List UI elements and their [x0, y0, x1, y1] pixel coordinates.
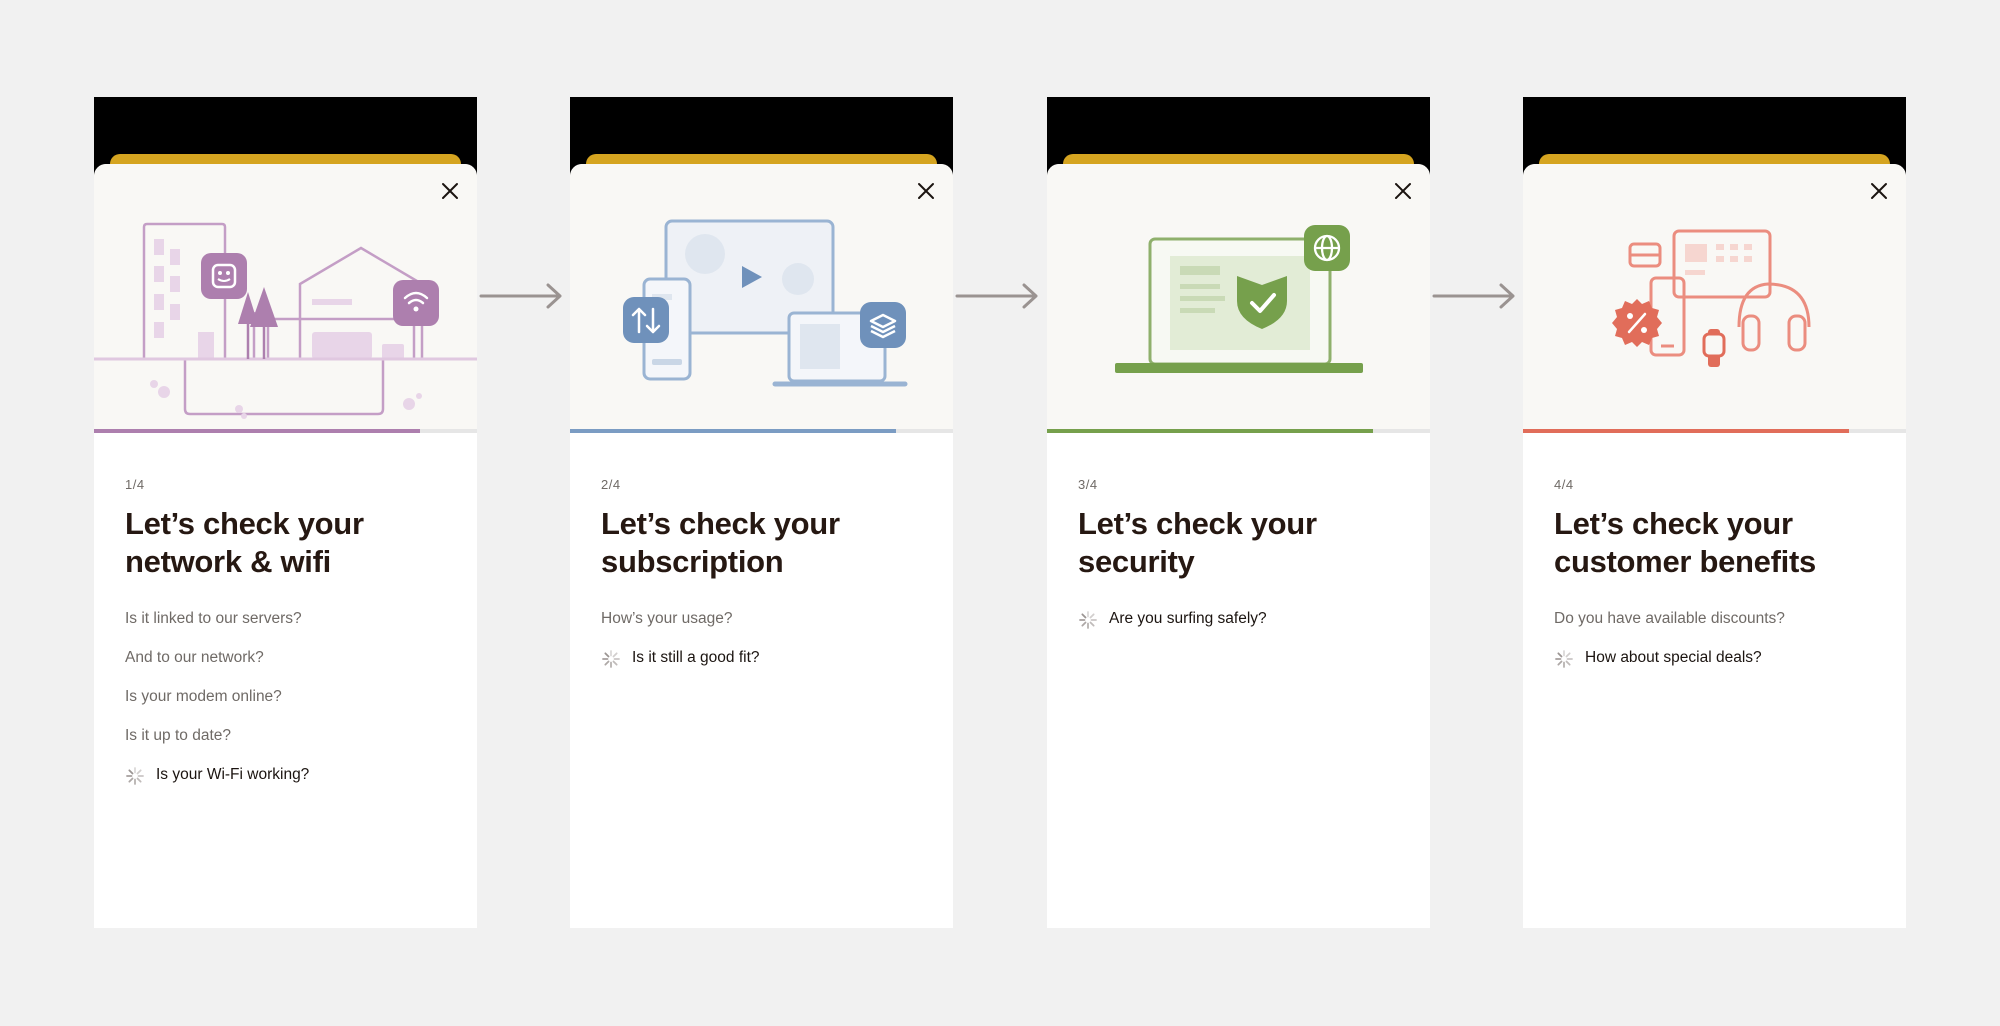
question-text: Is your modem online?	[125, 688, 282, 705]
question-list: How’s your usage? Is it still a good fit?	[601, 609, 933, 687]
loading-spinner-icon	[1079, 611, 1097, 629]
step-indicator: 2/4	[601, 477, 621, 492]
close-icon	[918, 183, 934, 199]
arrow-right-icon	[479, 283, 562, 309]
security-laptop-shield-illustration-graphic	[1115, 225, 1363, 373]
progress-fill	[1523, 429, 1849, 433]
progress-fill	[94, 429, 420, 433]
progress-bar	[94, 429, 477, 433]
question-item: Do you have available discounts?	[1554, 609, 1886, 648]
card-title-line-1: Let’s check your	[1078, 506, 1317, 541]
loading-spinner-icon	[126, 767, 144, 785]
step-indicator: 1/4	[125, 477, 145, 492]
progress-fill	[1047, 429, 1373, 433]
network-wifi-illustration	[94, 164, 477, 429]
network-wifi-illustration-graphic	[94, 222, 477, 419]
customer-benefits-illustration	[1523, 164, 1906, 429]
question-list: Do you have available discounts? How abou…	[1554, 609, 1886, 687]
question-item: Is it linked to our servers?	[125, 609, 457, 648]
card-content: 2/4 Let’s check your subscription How’s …	[601, 477, 933, 687]
close-button[interactable]	[1866, 178, 1892, 204]
arrow-right-icon	[1432, 283, 1515, 309]
flow-arrow-3	[1429, 280, 1519, 312]
card-content: 4/4 Let’s check your customer benefits D…	[1554, 477, 1886, 687]
step-indicator: 3/4	[1078, 477, 1098, 492]
loading-spinner	[1554, 649, 1574, 669]
subscription-devices-illustration-graphic	[623, 219, 908, 387]
screen-subscription: 2/4 Let’s check your subscription How’s …	[570, 97, 953, 928]
card-title: Let’s check your customer benefits	[1554, 505, 1886, 581]
question-text: Is it still a good fit?	[632, 649, 760, 666]
screen-security: 3/4 Let’s check your security Are you su…	[1047, 97, 1430, 928]
step-indicator: 4/4	[1554, 477, 1574, 492]
question-item: How’s your usage?	[601, 609, 933, 648]
question-item-active: Is it still a good fit?	[601, 648, 933, 687]
question-text: How about special deals?	[1585, 649, 1762, 666]
screen-benefits: 4/4 Let’s check your customer benefits D…	[1523, 97, 1906, 928]
flow-stage: 1/4 Let’s check your network & wifi Is i…	[0, 0, 2000, 1026]
card-title-line-2: customer benefits	[1554, 544, 1816, 579]
progress-bar	[570, 429, 953, 433]
check-card-benefits: 4/4 Let’s check your customer benefits D…	[1523, 164, 1906, 928]
screen-network: 1/4 Let’s check your network & wifi Is i…	[94, 97, 477, 928]
close-icon	[1871, 183, 1887, 199]
loading-spinner	[1078, 610, 1098, 630]
customer-benefits-illustration-graphic	[1612, 229, 1811, 367]
question-item-active: Is your Wi-Fi working?	[125, 765, 457, 804]
check-card-subscription: 2/4 Let’s check your subscription How’s …	[570, 164, 953, 928]
close-button[interactable]	[913, 178, 939, 204]
question-text: Is your Wi-Fi working?	[156, 766, 310, 783]
card-title-line-1: Let’s check your	[1554, 506, 1793, 541]
question-text: Are you surfing safely?	[1109, 610, 1267, 627]
arrow-right-icon	[955, 283, 1038, 309]
question-item-active: How about special deals?	[1554, 648, 1886, 687]
question-text: How’s your usage?	[601, 610, 733, 627]
question-item-active: Are you surfing safely?	[1078, 609, 1410, 648]
card-title: Let’s check your network & wifi	[125, 505, 457, 581]
card-content: 1/4 Let’s check your network & wifi Is i…	[125, 477, 457, 804]
question-text: And to our network?	[125, 649, 264, 666]
progress-fill	[570, 429, 896, 433]
question-text: Do you have available discounts?	[1554, 610, 1785, 627]
progress-bar	[1523, 429, 1906, 433]
flow-arrow-1	[476, 280, 566, 312]
progress-bar	[1047, 429, 1430, 433]
question-item: Is it up to date?	[125, 726, 457, 765]
security-laptop-shield-illustration	[1047, 164, 1430, 429]
question-list: Are you surfing safely?	[1078, 609, 1410, 648]
loading-spinner	[125, 766, 145, 786]
question-item: Is your modem online?	[125, 687, 457, 726]
close-icon	[442, 183, 458, 199]
loading-spinner-icon	[602, 650, 620, 668]
question-item: And to our network?	[125, 648, 457, 687]
close-button[interactable]	[437, 178, 463, 204]
subscription-devices-illustration	[570, 164, 953, 429]
flow-arrow-2	[952, 280, 1042, 312]
question-list: Is it linked to our servers? And to our n…	[125, 609, 457, 804]
question-text: Is it linked to our servers?	[125, 610, 302, 627]
question-text: Is it up to date?	[125, 727, 231, 744]
card-title: Let’s check your security	[1078, 505, 1410, 581]
card-content: 3/4 Let’s check your security Are you su…	[1078, 477, 1410, 648]
close-icon	[1395, 183, 1411, 199]
card-title-line-2: security	[1078, 544, 1195, 579]
card-title-line-2: network & wifi	[125, 544, 331, 579]
card-title: Let’s check your subscription	[601, 505, 933, 581]
close-button[interactable]	[1390, 178, 1416, 204]
card-title-line-1: Let’s check your	[125, 506, 364, 541]
check-card-security: 3/4 Let’s check your security Are you su…	[1047, 164, 1430, 928]
check-card-network: 1/4 Let’s check your network & wifi Is i…	[94, 164, 477, 928]
loading-spinner	[601, 649, 621, 669]
card-title-line-2: subscription	[601, 544, 784, 579]
card-title-line-1: Let’s check your	[601, 506, 840, 541]
loading-spinner-icon	[1555, 650, 1573, 668]
